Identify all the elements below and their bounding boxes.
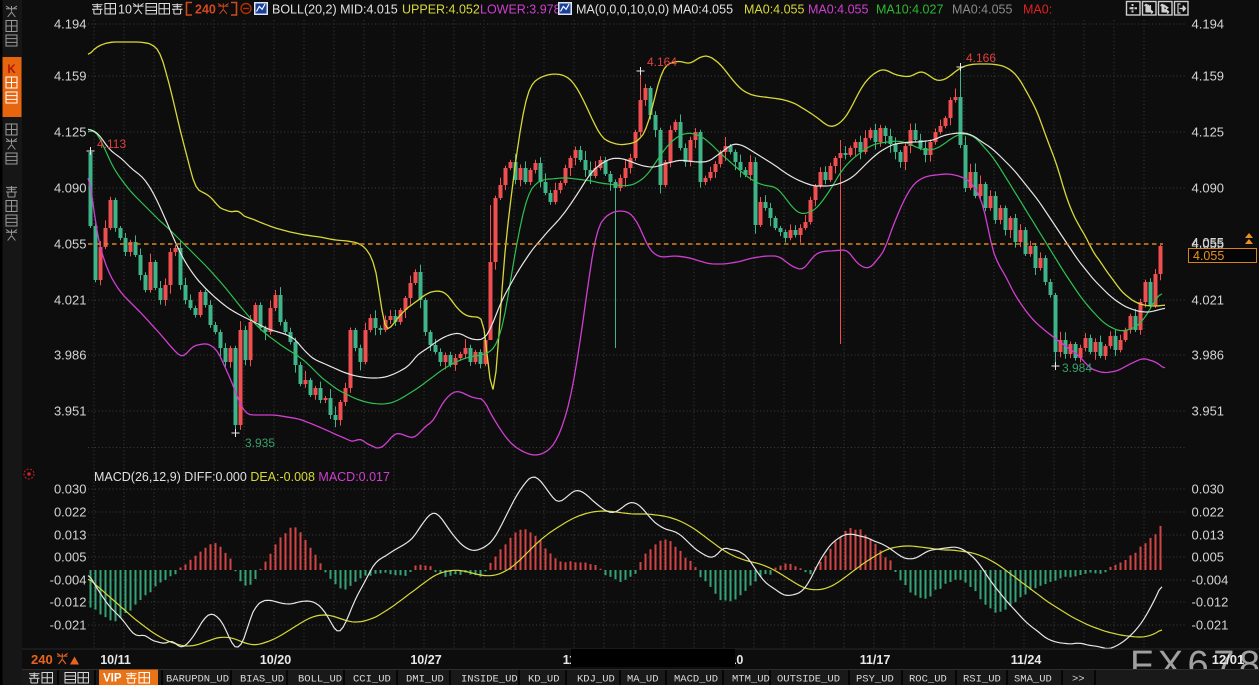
svg-text:4.125: 4.125 [1192, 125, 1225, 140]
svg-text:VIP: VIP [103, 673, 122, 685]
svg-text:MA0:4.055: MA0:4.055 [952, 3, 1013, 17]
svg-text:MA0:4.055: MA0:4.055 [744, 3, 805, 17]
svg-text:K: K [7, 64, 16, 76]
svg-text:0.005: 0.005 [1192, 550, 1225, 565]
svg-text:CCI_UD: CCI_UD [353, 674, 391, 685]
svg-text:4.090: 4.090 [1192, 181, 1225, 196]
svg-text:-0.021: -0.021 [1192, 618, 1229, 633]
svg-text:4.166: 4.166 [966, 51, 996, 65]
svg-text:ROC_UD: ROC_UD [909, 674, 947, 685]
svg-text:3.986: 3.986 [54, 348, 87, 363]
svg-text:MTM_UD: MTM_UD [732, 674, 770, 685]
svg-text:10/27: 10/27 [410, 653, 441, 667]
svg-text:0.022: 0.022 [54, 505, 87, 520]
svg-text:MA0:: MA0: [1023, 3, 1052, 17]
svg-text:BIAS_UD: BIAS_UD [240, 674, 284, 685]
svg-text:0.022: 0.022 [1192, 505, 1225, 520]
svg-text:MA10:4.027: MA10:4.027 [876, 3, 943, 17]
svg-text:4.055: 4.055 [54, 237, 87, 252]
svg-text:MA0:4.055: MA0:4.055 [808, 3, 869, 17]
svg-text:4.164: 4.164 [647, 55, 677, 69]
svg-text:4.194: 4.194 [54, 17, 87, 32]
svg-text:MACD_UD: MACD_UD [674, 674, 718, 685]
svg-text:BOLL_UD: BOLL_UD [298, 674, 342, 685]
svg-text:SMA_UD: SMA_UD [1014, 674, 1052, 685]
svg-text:-0.012: -0.012 [1192, 595, 1229, 610]
svg-text:3.986: 3.986 [1192, 348, 1225, 363]
svg-text:11/17: 11/17 [860, 653, 891, 667]
svg-text:4.055: 4.055 [1192, 235, 1225, 250]
svg-text:4.194: 4.194 [1192, 17, 1225, 32]
svg-text:4.159: 4.159 [1192, 69, 1225, 84]
svg-text:OUTSIDE_UD: OUTSIDE_UD [777, 674, 840, 685]
svg-text:UPPER:4.052: UPPER:4.052 [402, 3, 480, 17]
svg-text:3.984: 3.984 [1062, 361, 1092, 375]
svg-text:4.159: 4.159 [54, 69, 87, 84]
svg-text:240: 240 [195, 3, 216, 17]
svg-text:-0.004: -0.004 [1192, 573, 1229, 588]
svg-text:-0.021: -0.021 [50, 618, 87, 633]
svg-text:4.055: 4.055 [1193, 249, 1224, 263]
svg-text:0.013: 0.013 [1192, 528, 1225, 543]
svg-text:BOLL(20,2) MID:4.015: BOLL(20,2) MID:4.015 [272, 3, 398, 17]
svg-text:BARUPDN_UD: BARUPDN_UD [166, 674, 229, 685]
svg-text:PSY_UD: PSY_UD [856, 674, 894, 685]
svg-text:240: 240 [31, 652, 53, 667]
svg-text:-0.012: -0.012 [50, 595, 87, 610]
svg-text:-0.004: -0.004 [50, 573, 87, 588]
svg-text:RSI_UD: RSI_UD [963, 674, 1001, 685]
svg-text:MA(0,0,0,10,0,0) MA0:4.055: MA(0,0,0,10,0,0) MA0:4.055 [576, 3, 733, 17]
svg-text:KD_UD: KD_UD [528, 674, 560, 685]
svg-text:LOWER:3.978: LOWER:3.978 [480, 3, 561, 17]
svg-text:MA_UD: MA_UD [627, 674, 659, 685]
svg-text:3.951: 3.951 [1192, 404, 1225, 419]
svg-text:10/11: 10/11 [100, 653, 131, 667]
svg-text:0.005: 0.005 [54, 550, 87, 565]
svg-text:>>: >> [1072, 674, 1085, 685]
svg-text:INSIDE_UD: INSIDE_UD [461, 674, 518, 685]
svg-text:0.013: 0.013 [54, 528, 87, 543]
svg-text:4.021: 4.021 [54, 293, 87, 308]
svg-text:10: 10 [118, 3, 132, 17]
svg-text:11/24: 11/24 [1011, 653, 1042, 667]
svg-text:4.125: 4.125 [54, 125, 87, 140]
svg-text:4.113: 4.113 [97, 137, 126, 151]
svg-text:3.951: 3.951 [54, 404, 87, 419]
svg-text:0.030: 0.030 [1192, 482, 1225, 497]
svg-text:0.030: 0.030 [54, 482, 87, 497]
svg-text:KDJ_UD: KDJ_UD [577, 674, 615, 685]
svg-text:12/01: 12/01 [1212, 652, 1245, 667]
svg-text:4.021: 4.021 [1192, 293, 1225, 308]
svg-text:10/20: 10/20 [260, 653, 291, 667]
svg-text:3.935: 3.935 [245, 436, 275, 450]
svg-text:DMI_UD: DMI_UD [406, 674, 444, 685]
svg-text:4.090: 4.090 [54, 181, 87, 196]
svg-text:MACD(26,12,9) DIFF:0.000 DEA:-: MACD(26,12,9) DIFF:0.000 DEA:-0.008 MACD… [94, 470, 390, 484]
